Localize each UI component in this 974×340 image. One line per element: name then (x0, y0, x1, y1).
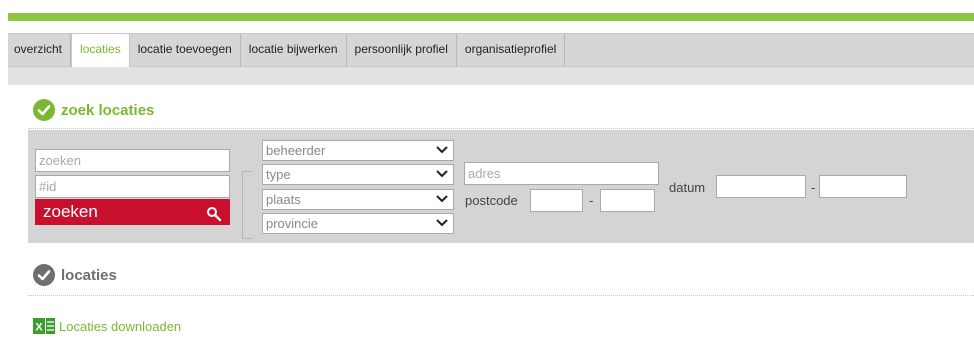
datum-to-input[interactable] (819, 175, 907, 198)
provincie-select-value: provincie (266, 216, 319, 231)
beheerder-select[interactable]: beheerder (262, 140, 454, 161)
main-nav-tabs: overzicht locaties locatie toevoegen loc… (8, 33, 974, 68)
search-panel: zoeken beheerder type plaats provincie p… (28, 130, 974, 243)
excel-icon: X (33, 318, 55, 334)
check-circle-icon (33, 264, 55, 286)
results-section-heading: locaties (33, 264, 117, 286)
postcode-label: postcode (465, 193, 518, 208)
svg-text:X: X (35, 322, 43, 334)
search-button-label: zoeken (43, 202, 98, 221)
provincie-select[interactable]: provincie (262, 213, 454, 234)
datum-from-input[interactable] (716, 175, 806, 198)
results-section-title: locaties (61, 266, 117, 284)
type-select-value: type (266, 167, 291, 182)
download-locaties-link[interactable]: Locaties downloaden (59, 319, 181, 334)
datum-label: datum (669, 180, 706, 195)
divider (28, 295, 974, 296)
chevron-down-icon (436, 219, 448, 227)
tab-persoonlijk-profiel[interactable]: persoonlijk profiel (347, 34, 457, 67)
search-section-heading: zoek locaties (33, 99, 154, 121)
chevron-down-icon (436, 170, 448, 178)
plaats-select-value: plaats (266, 192, 301, 207)
plaats-select[interactable]: plaats (262, 189, 454, 210)
tab-locatie-toevoegen[interactable]: locatie toevoegen (130, 34, 241, 67)
search-button[interactable]: zoeken (35, 199, 230, 225)
chevron-down-icon (436, 146, 448, 154)
top-accent-bar (8, 13, 974, 21)
beheerder-select-value: beheerder (266, 143, 326, 158)
adres-input[interactable] (464, 162, 659, 185)
check-circle-icon (33, 99, 55, 121)
download-row: X Locaties downloaden (33, 317, 181, 335)
type-select[interactable]: type (262, 164, 454, 185)
tab-overzicht[interactable]: overzicht (8, 34, 72, 67)
datum-separator: - (811, 180, 816, 195)
chevron-down-icon (436, 195, 448, 203)
tab-organisatieprofiel[interactable]: organisatieprofiel (457, 34, 566, 67)
postcode-from-input[interactable] (530, 189, 583, 212)
subnav-strip (8, 67, 974, 85)
tab-locatie-bijwerken[interactable]: locatie bijwerken (241, 34, 347, 67)
postcode-separator: - (589, 193, 594, 208)
id-input[interactable] (35, 175, 230, 198)
search-icon (206, 204, 222, 222)
filter-bracket (242, 171, 252, 239)
divider (28, 128, 974, 129)
tab-locaties[interactable]: locaties (71, 34, 130, 68)
search-input[interactable] (35, 149, 230, 172)
search-section-title: zoek locaties (61, 101, 155, 119)
postcode-to-input[interactable] (600, 189, 655, 212)
